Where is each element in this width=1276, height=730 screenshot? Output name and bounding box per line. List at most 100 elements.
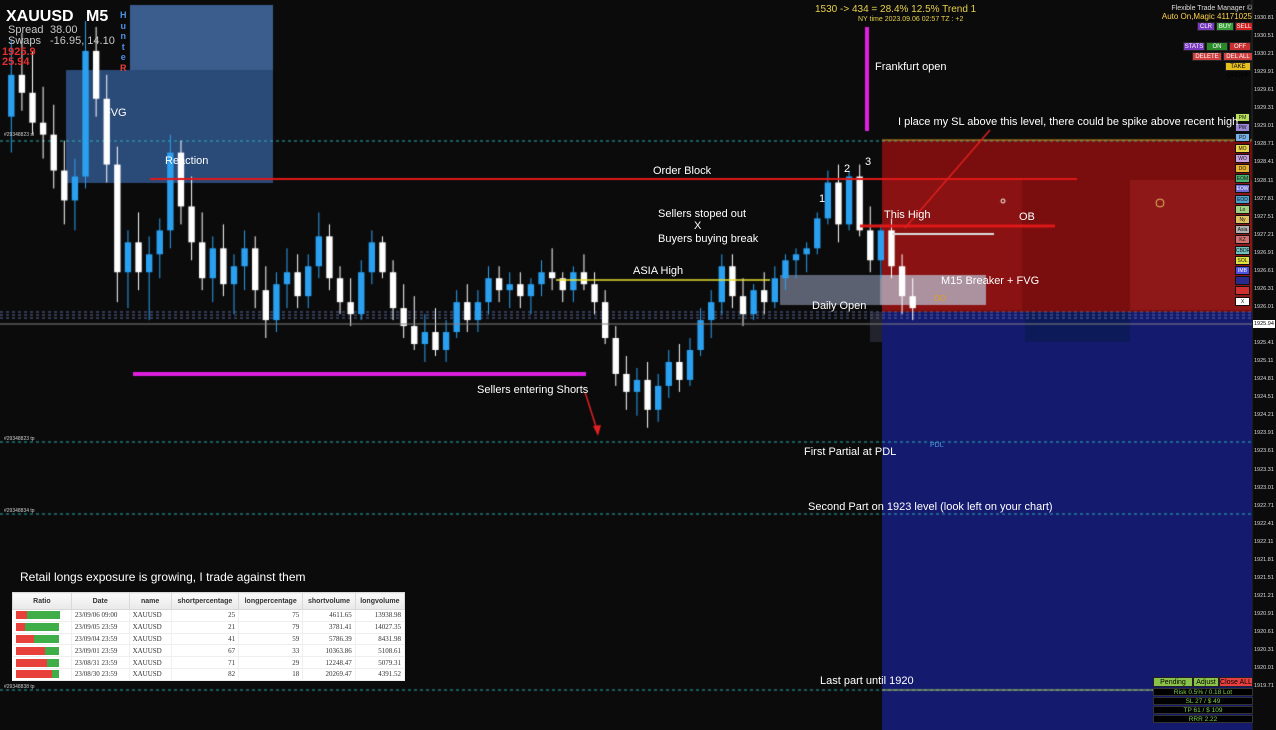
price-axis-label: 1928.41 — [1254, 159, 1274, 166]
cell-longvol: 13938.98 — [355, 609, 406, 622]
price-axis-label: 1926.31 — [1254, 285, 1274, 292]
pending-button[interactable]: Pending — [1153, 677, 1193, 687]
sellers-entering-label: Sellers entering Shorts — [477, 384, 589, 396]
table-header-cell[interactable]: shortvolume — [302, 592, 356, 610]
table-row: 23/09/04 23:59 XAUUSD 41 59 5786.39 8431.98 — [12, 633, 406, 646]
table-header-cell[interactable]: shortpercentage — [170, 592, 240, 610]
price-axis-label: 1929.31 — [1254, 105, 1274, 112]
side-button-eom[interactable]: EOM — [1235, 174, 1250, 184]
side-button-cbdr[interactable]: CBDR — [1235, 245, 1250, 255]
side-button-x[interactable]: X — [1235, 296, 1250, 306]
hunter-letter: n — [120, 31, 127, 41]
price-axis-label: 1930.51 — [1254, 33, 1274, 40]
price-axis-label: 1922.11 — [1254, 538, 1274, 545]
price-readout: 1925.9 25.94 — [2, 47, 36, 68]
side-button-ny[interactable]: Ny — [1235, 215, 1250, 224]
cell-shortvol: 10363.86 — [302, 644, 356, 658]
trade-manager-status: Auto On,Magic 41171025 — [1161, 12, 1252, 21]
asia-high-label: ASIA High — [633, 265, 684, 277]
ratio-long-fill — [46, 658, 60, 667]
fvg-label: FVG — [104, 107, 127, 119]
rrr-readout: RRR 2.22 — [1153, 715, 1253, 723]
cell-shortvol: 3781.41 — [302, 621, 356, 634]
table-header-cell[interactable]: longpercentage — [238, 592, 304, 610]
do-label: DO — [934, 294, 946, 303]
side-button-eow[interactable]: EOW — [1235, 184, 1250, 194]
cell-name: XAUUSD — [129, 656, 172, 669]
side-button-do[interactable]: DO — [1235, 164, 1250, 173]
tm-button-clr[interactable]: CLR — [1197, 22, 1215, 31]
tm-button-del-all[interactable]: DEL ALL — [1223, 52, 1253, 61]
price-axis-label: 1927.81 — [1254, 195, 1274, 202]
side-button-wo[interactable]: WO — [1235, 153, 1250, 163]
tm-button-on[interactable]: ON — [1206, 42, 1228, 51]
side-button-kz[interactable]: KZ — [1235, 235, 1250, 245]
ratio-cell — [12, 621, 72, 634]
table-row: 23/09/01 23:59 XAUUSD 67 33 10363.86 5108.61 — [12, 644, 406, 658]
price-axis-label: 1919.71 — [1254, 683, 1274, 690]
side-button-sol[interactable]: SOL — [1235, 255, 1250, 265]
tm-button-off[interactable]: OFF — [1229, 42, 1251, 51]
side-button-imb[interactable]: IMB — [1235, 266, 1250, 275]
hunter-letter: u — [120, 20, 127, 31]
cell-name: XAUUSD — [129, 621, 172, 634]
adjust-button[interactable]: Adjust — [1193, 677, 1219, 687]
frankfurt-open-label: Frankfurt open — [875, 61, 947, 73]
price-axis-label: 1926.91 — [1254, 249, 1274, 256]
side-button-blank-17[interactable] — [1235, 286, 1250, 296]
cell-short: 82 — [171, 668, 240, 681]
table-header-row: Ratio Date name shortpercentage longpercenta… — [12, 592, 406, 610]
price-axis-label: 1924.51 — [1254, 394, 1274, 401]
cell-date: 23/09/04 23:59 — [71, 633, 130, 646]
price-axis-label: 1921.21 — [1254, 592, 1274, 599]
side-button-blank-16[interactable] — [1235, 276, 1250, 286]
price-axis-label: 1921.51 — [1254, 574, 1274, 581]
x-mark-label: X — [694, 220, 702, 232]
ratio-bar — [15, 670, 60, 679]
tm-button-sell[interactable]: SELL — [1235, 22, 1253, 31]
close-all-button[interactable]: Close ALL — [1219, 677, 1253, 687]
table-header-cell[interactable]: Date — [70, 592, 130, 610]
tp-tag-1: #29348823 tp — [4, 436, 35, 442]
table-header-cell[interactable]: longvolume — [354, 592, 406, 610]
swing-1-label: 1 — [819, 193, 826, 205]
tm-button-stats[interactable]: STATS — [1183, 42, 1205, 51]
retail-sentiment-table: Ratio Date name shortpercentage longpercenta… — [12, 592, 406, 681]
table-header-cell[interactable]: Ratio — [12, 592, 72, 610]
table-header-cell[interactable]: name — [128, 592, 172, 610]
ratio-long-fill — [44, 646, 60, 655]
price-axis-label: 1920.61 — [1254, 629, 1274, 636]
cell-date: 23/08/30 23:59 — [71, 668, 130, 681]
cell-date: 23/09/05 23:59 — [71, 621, 130, 634]
price-axis-label: 1922.41 — [1254, 520, 1274, 527]
cell-longvol: 5079.31 — [355, 656, 406, 669]
side-button-lo[interactable]: Lo — [1235, 204, 1250, 214]
side-button-eod[interactable]: EOD — [1235, 194, 1250, 204]
cell-long: 79 — [238, 621, 304, 634]
m15-breaker-label: M15 Breaker + FVG — [941, 275, 1040, 287]
retail-note-label: Retail longs exposure is growing, I trad… — [20, 570, 306, 584]
hunter-logo: HunteR — [120, 10, 127, 73]
price-axis-label: 1929.01 — [1254, 123, 1274, 130]
ratio-bar — [15, 623, 60, 632]
side-button-asia[interactable]: Asia — [1235, 225, 1250, 235]
current-price-box: 1925.94 — [1253, 320, 1275, 328]
price-axis-label: 1922.71 — [1254, 502, 1274, 509]
tm-button-buy[interactable]: BUY — [1216, 22, 1234, 31]
price-axis-label: 1929.91 — [1254, 69, 1274, 76]
cell-longvol: 4391.52 — [355, 668, 406, 681]
side-button-pd[interactable]: PD — [1235, 133, 1250, 143]
cell-date: 23/09/06 09:00 — [71, 609, 130, 622]
tm-button-delete[interactable]: DELETE — [1192, 52, 1222, 61]
price-axis-label: 1923.31 — [1254, 466, 1274, 473]
tm-button-take-order[interactable]: TAKE ORDER — [1225, 62, 1251, 79]
cell-long: 29 — [238, 656, 304, 669]
swing-2-label: 2 — [844, 163, 851, 175]
swing-3-label: 3 — [865, 156, 872, 168]
table-row: 23/09/06 09:00 XAUUSD 25 75 4611.65 13938.98 — [12, 609, 406, 622]
ratio-short-fill — [15, 670, 52, 679]
table-row: 23/08/30 23:59 XAUUSD 82 18 20269.47 4391.52 — [12, 668, 406, 681]
price-axis-label: 1926.61 — [1254, 267, 1274, 274]
ratio-cell — [12, 633, 72, 646]
side-button-mo[interactable]: MO — [1235, 143, 1250, 153]
